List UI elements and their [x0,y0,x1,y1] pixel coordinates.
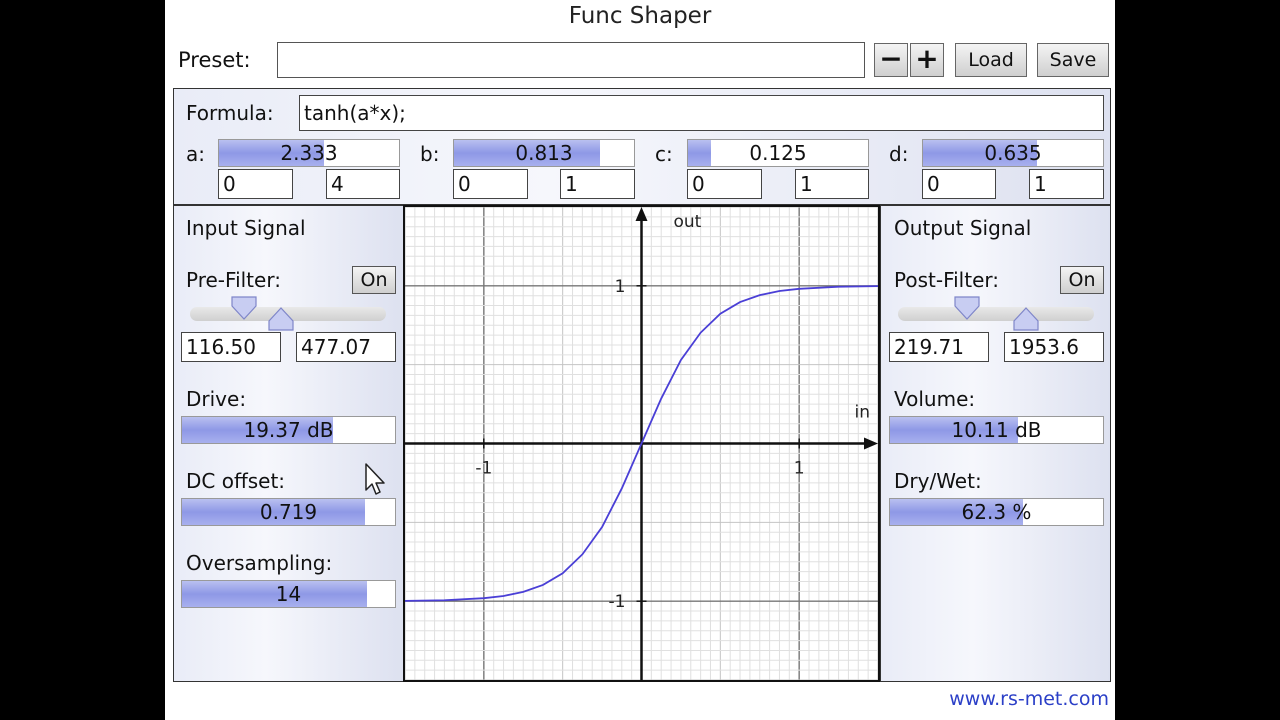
y-tick-label: -1 [609,592,626,612]
preset-minus-button[interactable]: − [874,43,908,77]
formula-panel: Formula: tanh(a*x); a: 2.333 0 4 b: 0.81… [173,88,1111,205]
pre-filter-low-field[interactable]: 116.50 [181,332,281,362]
dc-offset-label: DC offset: [186,469,286,493]
param-d-min[interactable]: 0 [922,169,996,199]
param-a-slider[interactable]: 2.333 [218,139,400,167]
website-link[interactable]: www.rs-met.com [949,688,1109,710]
pre-filter-label: Pre-Filter: [186,268,281,292]
func-shaper-window: Func Shaper Preset: − + Load Save Formul… [165,0,1115,720]
param-c-label: c: [655,142,673,166]
param-a-max[interactable]: 4 [326,169,400,199]
param-b-max[interactable]: 1 [560,169,635,199]
pre-filter-high-thumb[interactable] [268,307,294,331]
y-tick-label: 1 [615,277,626,297]
drive-slider[interactable]: 19.37 dB [181,416,396,444]
param-a-min[interactable]: 0 [218,169,293,199]
x-axis-label: in [855,403,871,423]
x-axis-arrow [864,437,878,450]
load-button[interactable]: Load [955,43,1027,77]
save-button[interactable]: Save [1037,43,1109,77]
output-signal-title: Output Signal [894,216,1032,240]
post-filter-high-thumb[interactable] [1013,307,1039,331]
param-c-value: 0.125 [749,141,807,165]
transfer-function-plot[interactable]: in out -1 1 1 -1 [403,205,880,682]
pre-filter-on-button[interactable]: On [352,266,396,294]
pre-filter-high-field[interactable]: 477.07 [296,332,396,362]
dry-wet-value: 62.3 % [961,500,1032,524]
dry-wet-label: Dry/Wet: [894,469,982,493]
post-filter-low-thumb[interactable] [954,296,980,320]
x-tick-label: 1 [794,459,805,479]
post-filter-high-field[interactable]: 1953.6 [1004,332,1104,362]
param-b-slider[interactable]: 0.813 [453,139,635,167]
formula-field[interactable]: tanh(a*x); [299,95,1104,131]
dc-offset-slider[interactable]: 0.719 [181,498,396,526]
preset-label: Preset: [178,48,251,72]
app-title: Func Shaper [568,3,712,29]
plot-canvas: in out -1 1 1 -1 [405,207,878,680]
param-c-min[interactable]: 0 [687,169,762,199]
post-filter-low-field[interactable]: 219.71 [889,332,989,362]
param-d-slider[interactable]: 0.635 [922,139,1104,167]
volume-label: Volume: [894,387,976,411]
oversampling-value: 14 [275,582,302,606]
y-axis-label: out [674,212,702,232]
param-d-value: 0.635 [984,141,1042,165]
oversampling-label: Oversampling: [186,551,333,575]
drive-label: Drive: [186,387,247,411]
y-axis-arrow [635,207,648,221]
param-a-label: a: [186,142,205,166]
input-signal-panel: Input Signal Pre-Filter: On 116.50 477.0… [173,205,404,682]
mouse-cursor-icon [365,463,385,495]
preset-field[interactable] [277,42,865,78]
output-signal-panel: Output Signal Post-Filter: On 219.71 195… [880,205,1111,682]
param-d-max[interactable]: 1 [1029,169,1104,199]
preset-plus-button[interactable]: + [910,43,944,77]
param-b-label: b: [420,142,440,166]
param-b-value: 0.813 [515,141,573,165]
param-b-min[interactable]: 0 [453,169,528,199]
pre-filter-low-thumb[interactable] [231,296,257,320]
dc-offset-value: 0.719 [259,500,318,524]
post-filter-label: Post-Filter: [894,268,999,292]
x-tick-label: -1 [475,459,492,479]
input-signal-title: Input Signal [186,216,306,240]
drive-value: 19.37 dB [243,418,334,442]
post-filter-range-track[interactable] [898,307,1094,321]
param-a-value: 2.333 [280,141,338,165]
param-d-label: d: [889,142,909,166]
oversampling-slider[interactable]: 14 [181,580,396,608]
param-c-slider[interactable]: 0.125 [687,139,869,167]
formula-label: Formula: [186,101,274,125]
post-filter-on-button[interactable]: On [1060,266,1104,294]
param-c-max[interactable]: 1 [795,169,869,199]
volume-slider[interactable]: 10.11 dB [889,416,1104,444]
volume-value: 10.11 dB [951,418,1042,442]
dry-wet-slider[interactable]: 62.3 % [889,498,1104,526]
